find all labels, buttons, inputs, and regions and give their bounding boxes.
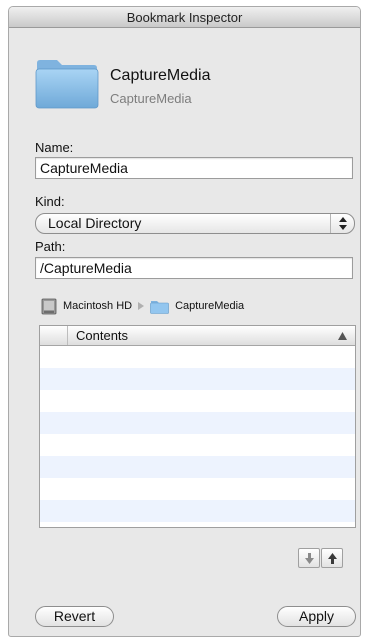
- apply-button[interactable]: Apply: [277, 606, 356, 627]
- table-row[interactable]: [40, 522, 355, 527]
- path-item-capturemedia[interactable]: CaptureMedia: [175, 300, 244, 312]
- table-rows: [40, 346, 355, 527]
- kind-popup-value: Local Directory: [48, 215, 142, 231]
- window-title: Bookmark Inspector: [126, 10, 243, 25]
- name-field[interactable]: [35, 157, 353, 179]
- name-label: Name:: [35, 140, 74, 155]
- bookmark-title: CaptureMedia: [110, 67, 211, 84]
- arrow-up-icon: [327, 552, 337, 564]
- table-row[interactable]: [40, 390, 355, 412]
- table-row[interactable]: [40, 478, 355, 500]
- up-down-arrows-icon: [330, 214, 354, 233]
- path-field[interactable]: [35, 257, 353, 279]
- path-control[interactable]: Macintosh HD CaptureMedia: [41, 296, 244, 316]
- table-row[interactable]: [40, 346, 355, 368]
- folder-icon: [35, 60, 99, 109]
- kind-label: Kind:: [35, 194, 65, 209]
- table-row[interactable]: [40, 434, 355, 456]
- contents-table[interactable]: Contents: [39, 325, 356, 528]
- table-row[interactable]: [40, 500, 355, 522]
- path-item-macintosh-hd[interactable]: Macintosh HD: [63, 300, 132, 312]
- revert-button[interactable]: Revert: [35, 606, 114, 627]
- table-header[interactable]: Contents: [40, 326, 355, 346]
- kind-popup[interactable]: Local Directory: [35, 213, 355, 234]
- path-label: Path:: [35, 239, 66, 254]
- sort-ascending-icon: [338, 332, 347, 340]
- arrow-down-icon: [304, 552, 314, 564]
- title-bar[interactable]: Bookmark Inspector: [9, 7, 360, 28]
- bookmark-subtitle: CaptureMedia: [110, 91, 192, 106]
- contents-column-header[interactable]: Contents: [76, 326, 128, 345]
- hard-drive-icon: [41, 298, 57, 314]
- table-header-blank-column: [40, 326, 68, 345]
- inspector-window: Bookmark Inspector CaptureMedia CaptureM…: [8, 6, 361, 637]
- chevron-right-icon: [138, 302, 145, 310]
- move-down-button[interactable]: [298, 548, 320, 568]
- folder-icon: [150, 300, 169, 314]
- table-row[interactable]: [40, 456, 355, 478]
- table-row[interactable]: [40, 368, 355, 390]
- table-row[interactable]: [40, 412, 355, 434]
- move-up-button[interactable]: [321, 548, 343, 568]
